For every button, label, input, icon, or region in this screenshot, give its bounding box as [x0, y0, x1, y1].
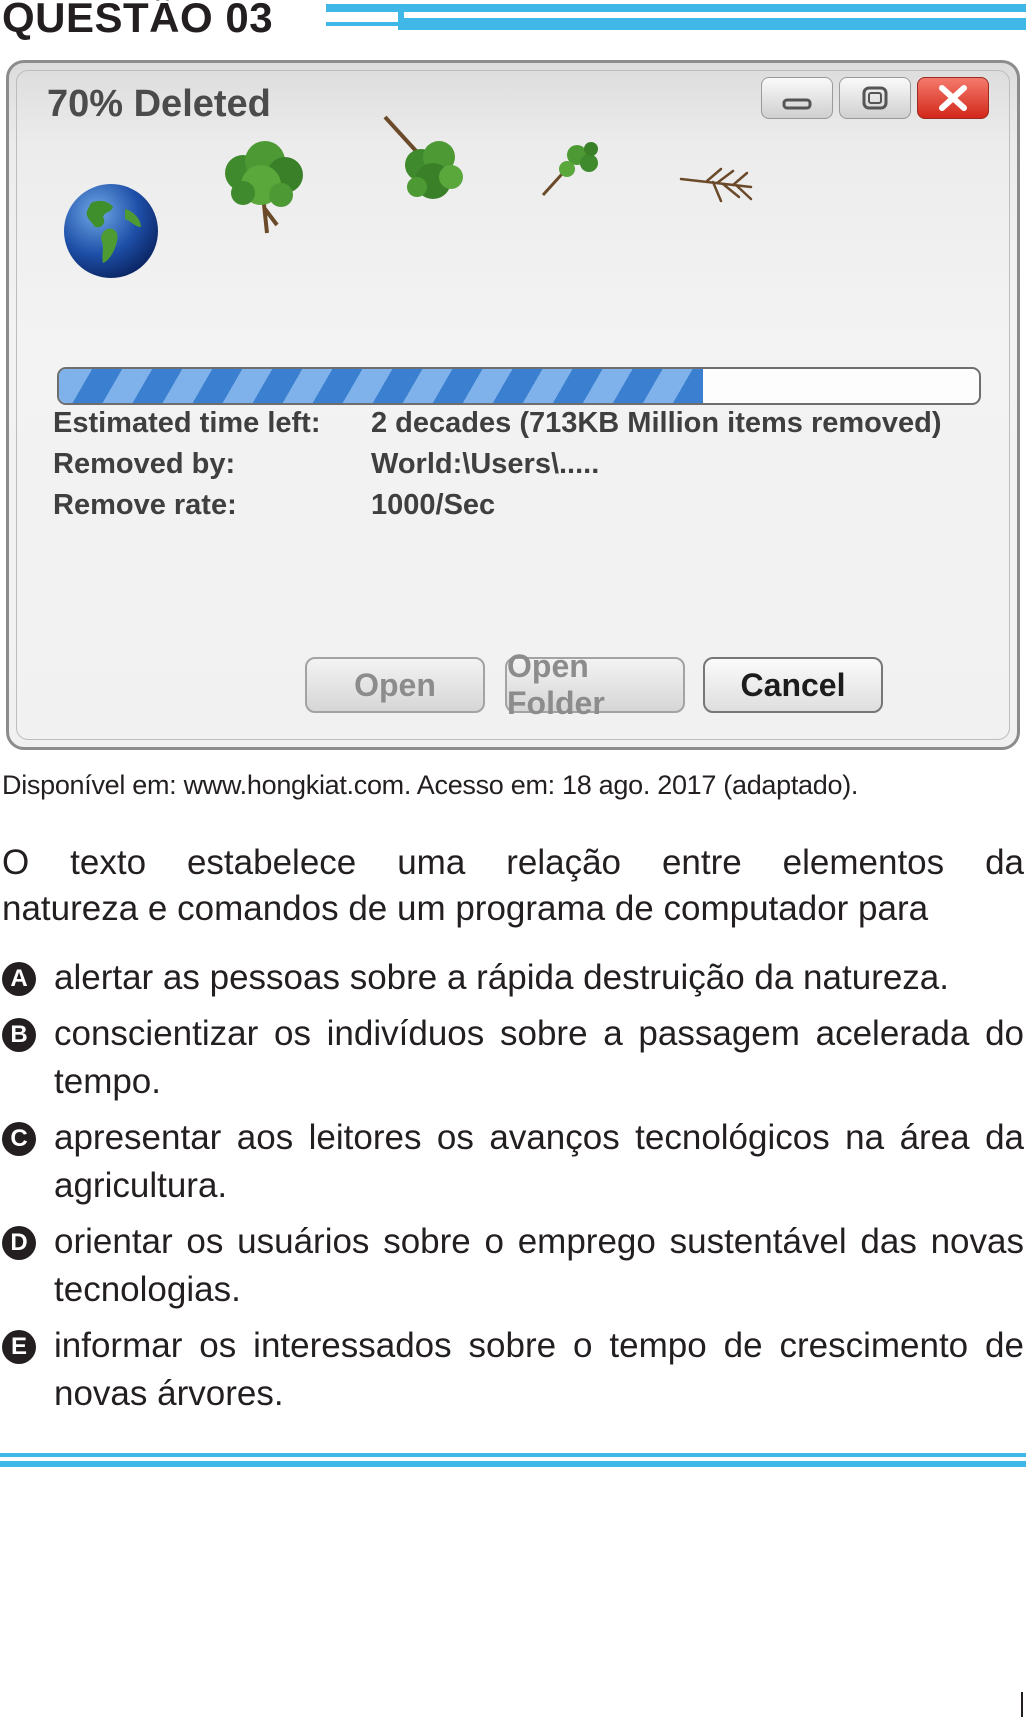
deletion-dialog: 70% Deleted Estimated time left: 2 decad…	[6, 60, 1020, 750]
footer-divider	[0, 1461, 1026, 1467]
question-stem: O texto estabelece uma relação entre ele…	[2, 840, 1024, 932]
dialog-title: 70% Deleted	[47, 83, 271, 125]
option-text: orientar os usuários sobre o emprego sus…	[54, 1222, 1024, 1309]
option-a[interactable]: A alertar as pessoas sobre a rápida dest…	[2, 954, 1024, 1002]
close-button[interactable]	[917, 77, 989, 119]
option-letter-badge: A	[2, 962, 36, 996]
falling-tree-icon	[383, 115, 463, 199]
option-letter-badge: E	[2, 1330, 36, 1364]
option-letter-badge: C	[2, 1122, 36, 1156]
stem-line-1: O texto estabelece uma relação entre ele…	[2, 843, 1024, 882]
option-c[interactable]: C apresentar aos leitores os avanços tec…	[2, 1114, 1024, 1210]
option-e[interactable]: E informar os interessados sobre o tempo…	[2, 1322, 1024, 1418]
option-text: informar os interessados sobre o tempo d…	[54, 1326, 1024, 1413]
option-b[interactable]: B conscientizar os indivíduos sobre a pa…	[2, 1010, 1024, 1106]
minimize-icon	[782, 98, 812, 110]
small-tree-icon	[541, 142, 598, 197]
footer-divider	[0, 1453, 1026, 1457]
window-controls	[761, 77, 989, 121]
option-text: apresentar aos leitores os avanços tecno…	[54, 1118, 1024, 1205]
full-tree-icon	[225, 141, 303, 234]
close-icon	[939, 85, 967, 111]
open-folder-button[interactable]: Open Folder	[505, 648, 685, 721]
page-edge-mark	[1021, 1692, 1023, 1717]
option-text: conscientizar os indivíduos sobre a pass…	[54, 1014, 1024, 1101]
bare-tree-icon	[679, 167, 753, 203]
maximize-button[interactable]	[839, 77, 911, 119]
globe-icon	[64, 184, 158, 278]
info-value: 2 decades (713KB Million items removed)	[371, 407, 942, 439]
stem-line-2: natureza e comandos de um programa de co…	[2, 889, 929, 928]
cancel-button[interactable]: Cancel	[703, 657, 883, 713]
maximize-icon	[862, 86, 888, 110]
option-letter-badge: B	[2, 1018, 36, 1052]
answer-options: A alertar as pessoas sobre a rápida dest…	[2, 954, 1024, 1426]
info-label: Estimated time left:	[53, 407, 321, 439]
info-label: Removed by:	[53, 448, 236, 480]
option-letter-badge: D	[2, 1226, 36, 1260]
header-decoration	[326, 4, 1026, 32]
option-text: alertar as pessoas sobre a rápida destru…	[54, 958, 949, 997]
deletion-progress-bar	[57, 367, 981, 405]
minimize-button[interactable]	[761, 77, 833, 119]
option-d[interactable]: D orientar os usuários sobre o emprego s…	[2, 1218, 1024, 1314]
image-source-caption: Disponível em: www.hongkiat.com. Acesso …	[2, 770, 859, 800]
progress-fill	[59, 369, 703, 403]
question-title: QUESTÃO 03	[2, 0, 274, 41]
info-value: World:\Users\.....	[371, 448, 600, 480]
info-value: 1000/Sec	[371, 489, 496, 521]
open-button[interactable]: Open	[305, 657, 485, 713]
info-label: Remove rate:	[53, 489, 237, 521]
